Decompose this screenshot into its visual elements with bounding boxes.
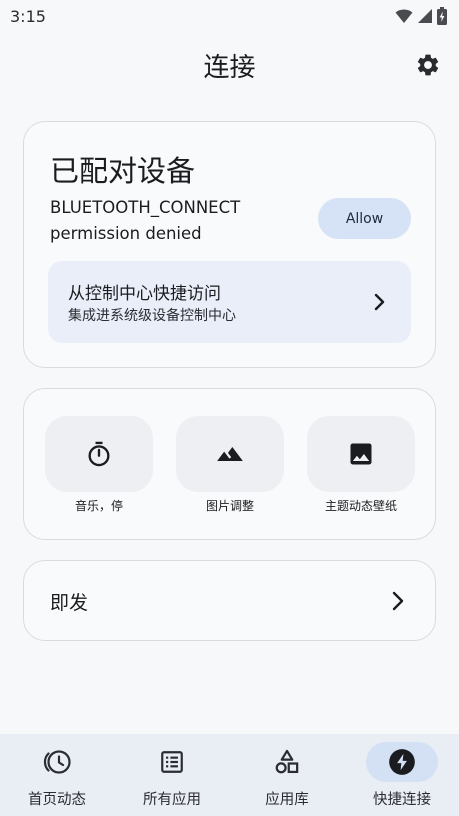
nav-icon-container [21,742,93,782]
tile-music-stop[interactable] [45,416,153,492]
history-icon [43,750,71,774]
instant-send-row[interactable]: 即发 [23,560,436,641]
image-icon [350,443,372,465]
bottom-navigation: 首页动态 所有应用 应用库 快捷连接 [0,734,459,816]
tile-label: 音乐，停 [74,499,123,513]
tile-theme-wallpaper[interactable] [307,416,415,492]
tile-label: 图片调整 [205,499,254,513]
signal-icon [418,9,432,23]
landscape-icon [217,447,243,461]
nav-icon-container [251,742,323,782]
control-center-shortcut[interactable]: 从控制中心快捷访问 集成进系统级设备控制中心 [48,261,411,343]
status-bar: 3:15 [0,0,459,32]
battery-icon [437,7,447,25]
paired-devices-card: 已配对设备 BLUETOOTH_CONNECT permission denie… [23,121,436,368]
timer-icon [88,441,110,467]
nav-label: 应用库 [265,792,309,808]
bolt-icon [389,749,415,775]
permission-line-1: BLUETOOTH_CONNECT [50,198,241,217]
nav-app-library[interactable]: 应用库 [230,734,344,816]
nav-all-apps[interactable]: 所有应用 [115,734,229,816]
allow-button[interactable]: Allow [318,198,411,239]
app-bar: 连接 [0,40,459,90]
page-title: 连接 [203,52,256,83]
gear-icon [417,54,439,76]
shapes-icon [275,749,299,774]
nav-home-feed[interactable]: 首页动态 [0,734,114,816]
control-center-title: 从控制中心快捷访问 [68,284,221,304]
nav-active-indicator [366,742,438,782]
status-icons [395,7,447,25]
quick-tiles-card: 音乐，停 图片调整 主题动态壁纸 [23,388,436,540]
chevron-right-icon [392,591,404,611]
nav-label: 首页动态 [28,792,86,808]
nav-label: 所有应用 [143,792,201,808]
wifi-icon [395,9,413,23]
permission-message: BLUETOOTH_CONNECT permission denied [50,195,300,247]
status-time: 3:15 [10,6,46,26]
nav-label: 快捷连接 [373,792,431,808]
tile-image-adjust[interactable] [176,416,284,492]
instant-send-label: 即发 [50,592,89,614]
control-center-subtitle: 集成进系统级设备控制中心 [68,308,236,324]
paired-devices-title: 已配对设备 [50,154,196,188]
tile-label: 主题动态壁纸 [324,499,397,513]
permission-line-2: permission denied [50,224,202,243]
nav-quick-connect[interactable]: 快捷连接 [345,734,459,816]
settings-button[interactable] [413,50,443,80]
chevron-right-icon [374,293,385,311]
nav-icon-container [136,742,208,782]
list-icon [161,751,183,773]
